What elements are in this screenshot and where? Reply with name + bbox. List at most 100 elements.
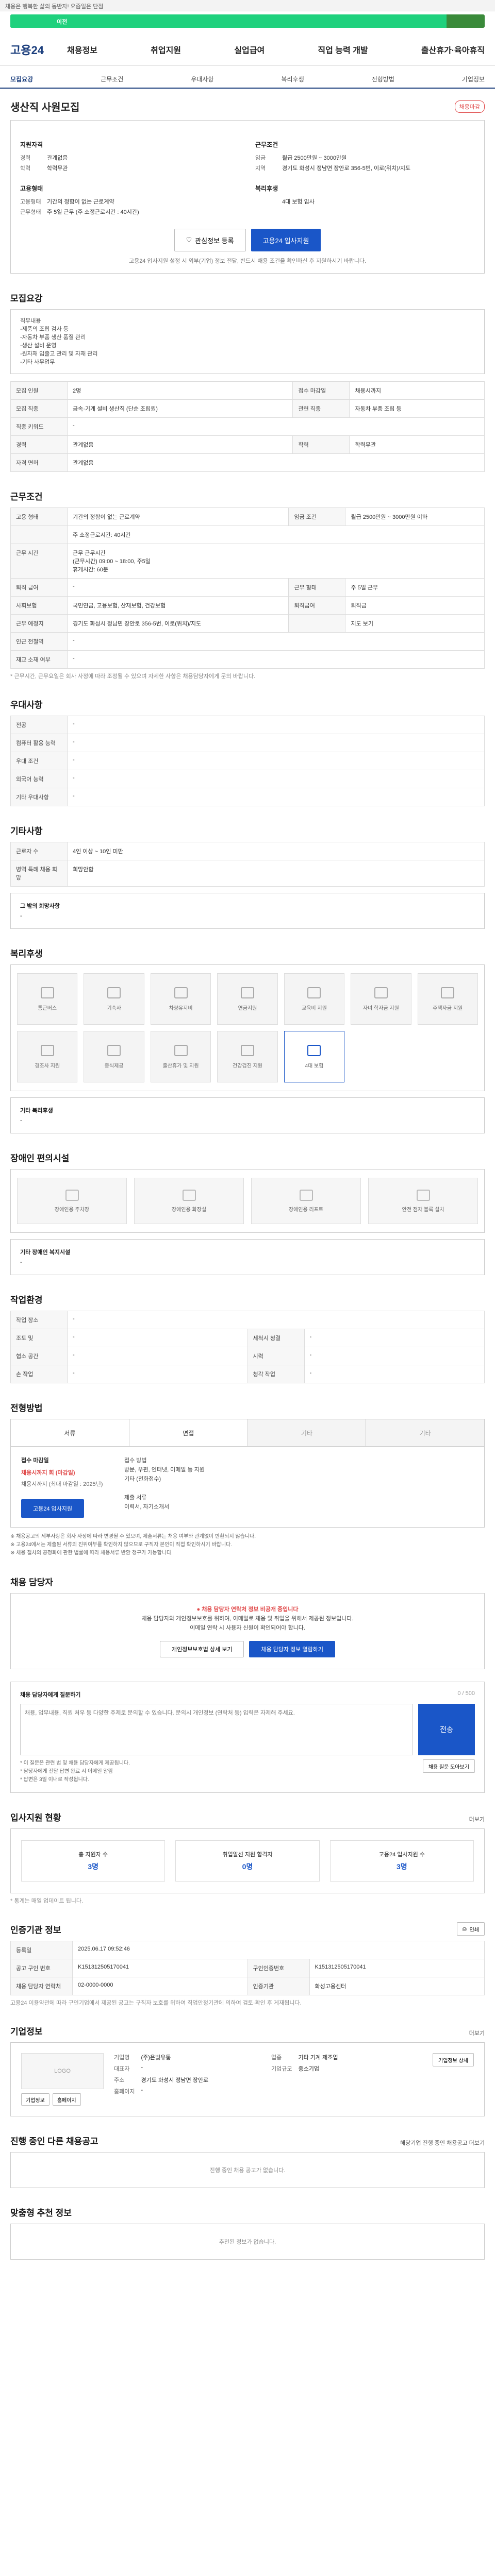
table-label: 학력 (292, 435, 350, 454)
table-label: 접수 마감일 (292, 381, 350, 400)
stat-value: 3명 (88, 1862, 98, 1871)
table-row: 등록일 2025.06.17 09:52:46 (10, 1941, 485, 1959)
deadline-sub: 채용시까지 (최대 마감일 : 2025년) (21, 1481, 103, 1487)
gnb-item-unemployment-benefit[interactable]: 실업급여 (234, 43, 265, 56)
welfare-other-value: - (20, 1117, 22, 1124)
tab-recruit[interactable]: 모집요강 (10, 75, 33, 83)
table-row: 퇴직 급여 - 근무 형태 주 5일 근무 (10, 578, 485, 597)
tab-conditions[interactable]: 근무조건 (101, 75, 123, 83)
welfare-item: 자녀 학자금 지원 (351, 973, 411, 1025)
kv-value: 관계없음 (47, 155, 68, 161)
welfare-item: 중식제공 (84, 1031, 144, 1082)
save-interest-button[interactable]: ♡ 관심정보 등록 (174, 229, 246, 251)
save-interest-label: 관심정보 등록 (195, 236, 234, 245)
company-field-label: 대표자 (114, 2066, 130, 2072)
question-label: 채용 담당자에게 질문하기 (20, 1692, 81, 1698)
table-row: 공고 구인 번호 K151312505170041 구인인증번호 K151312505… (10, 1959, 485, 1977)
tab-company[interactable]: 기업정보 (462, 75, 485, 83)
question-more-button[interactable]: 채용 질문 모아보기 (422, 1759, 475, 1773)
question-input[interactable] (20, 1704, 413, 1755)
gnb-item-jobs[interactable]: 채용정보 (67, 43, 97, 56)
table-label: 사회보험 (10, 596, 68, 615)
welfare-other-box: 기타 복리후생 - (10, 1097, 485, 1133)
company-field-value: (주)은빛유통 (141, 2055, 171, 2061)
table-row: 외국어 능력 - (10, 770, 485, 788)
company-homepage-button[interactable]: 홈페이지 (52, 2093, 81, 2106)
table-row: 컴퓨터 활용 능력 - (10, 734, 485, 752)
print-button[interactable]: ⎙ 인쇄 (456, 1922, 485, 1936)
company-box: LOGO 기업정보 홈페이지 기업명 (주)은빛유통 업종 기타 기계 제조업 대표자 -… (10, 2042, 485, 2116)
stat-total: 총 지원자 수 3명 (21, 1840, 166, 1882)
conditions-table: 고용 형태 기간의 정함이 없는 근로계약 임금 조건 월급 2500만원 ~ 300… (10, 507, 485, 669)
tab-welfare[interactable]: 복리후생 (281, 75, 304, 83)
view-contact-button[interactable]: 채용 담당자 정보 열람하기 (249, 1641, 335, 1657)
welfare-label: 교육비 지원 (302, 1005, 327, 1011)
welfare-label: 출산휴가 및 지원 (162, 1063, 199, 1069)
workenv-title: 작업환경 (10, 1295, 43, 1305)
table-label: 퇴직급여 (288, 596, 346, 615)
kv-value: 기간의 정함이 없는 근로계약 (47, 199, 114, 205)
table-value: - (67, 650, 485, 669)
kv-key (255, 197, 282, 207)
info-note: 고용24 이용약관에 따라 구인기업에서 제공된 공고는 구직자 보호를 위하여… (10, 2000, 302, 2006)
table-label (288, 614, 346, 633)
table-value: 자동차 부품 조립 등 (349, 399, 485, 418)
table-row: 직종 키워드 - (10, 417, 485, 436)
company-more-link[interactable]: 더보기 (469, 2029, 485, 2037)
recommended-title: 맞춤형 추천 정보 (10, 2208, 72, 2218)
employment-type-heading: 고용형태 (20, 185, 43, 192)
deadline-value: 채용시까지 회 (마감일) (21, 1470, 75, 1476)
other-jobs-empty: 진행 중인 채용 공고가 없습니다. (10, 2152, 485, 2188)
table-label: 전공 (10, 716, 68, 734)
contact-line1: 채용 담당자와 개인정보보호를 위하여, 이메일로 채용 및 취업을 위해서 제… (141, 1616, 354, 1622)
gnb-item-parental-leave[interactable]: 출산휴가·육아휴직 (421, 43, 485, 56)
qualification-heading: 지원자격 (20, 141, 43, 148)
company-info-button[interactable]: 기업정보 (21, 2093, 50, 2106)
apply-button[interactable]: 고용24 입사지원 (251, 229, 321, 251)
global-nav: 고용24 채용정보 취업지원 실업급여 직업 능력 개발 출산휴가·육아휴직 (0, 33, 495, 66)
welfare-icon (40, 1044, 54, 1056)
table-value: 2025.06.17 09:52:46 (72, 1941, 485, 1959)
table-label: 자격 면허 (10, 453, 68, 472)
table-row: 병역 특례 채용 희망 희망안함 (10, 860, 485, 887)
welfare-icon (441, 987, 455, 998)
process-step-document: 서류 (11, 1419, 129, 1446)
kv-value: 경기도 화성시 정남면 장안로 356-5번, 이로(위치)/지도 (282, 165, 411, 172)
table-value: 화성고용센터 (309, 1977, 485, 1995)
welfare-label: 4대 보험 (305, 1063, 324, 1069)
warning-icon: ● (196, 1606, 201, 1613)
welfare-item: 4대 보험 (284, 1031, 345, 1082)
table-label: 근무 시간 (10, 544, 68, 579)
facility-icon (65, 1189, 79, 1201)
company-detail-button[interactable]: 기업정보 상세 (433, 2053, 474, 2066)
other-jobs-more-link[interactable]: 해당기업 진행 중인 채용공고 더보기 (400, 2139, 485, 2147)
prefer-title: 우대사항 (10, 700, 43, 710)
welfare-label: 경조사 지원 (35, 1063, 60, 1069)
table-row: 협소 공간 - 시력 - (10, 1347, 485, 1365)
table-value: - (67, 716, 485, 734)
table-row: 기타 우대사항 - (10, 788, 485, 806)
welfare-label: 중식제공 (104, 1063, 124, 1069)
table-row: 조도 및 - 세척시 청결 - (10, 1329, 485, 1347)
site-logo[interactable]: 고용24 (10, 41, 62, 58)
welfare-icon (240, 987, 254, 998)
gnb-item-employment-support[interactable]: 취업지원 (151, 43, 181, 56)
welfare-other-label: 기타 복리후생 (20, 1108, 53, 1114)
question-send-button[interactable]: 전송 (418, 1704, 475, 1755)
gnb-item-training[interactable]: 직업 능력 개발 (318, 43, 368, 56)
welfare-label: 자녀 학자금 지원 (362, 1005, 399, 1011)
tab-prefer[interactable]: 우대사항 (191, 75, 213, 83)
process-apply-button[interactable]: 고용24 입사지원 (21, 1499, 85, 1518)
privacy-detail-button[interactable]: 개인정보보호법 상세 보기 (160, 1641, 244, 1657)
tab-process[interactable]: 전형방법 (372, 75, 394, 83)
company-field-value: - (141, 2064, 143, 2071)
table-value: 퇴직금 (345, 596, 485, 615)
process-step-etc: 기타 (248, 1419, 367, 1446)
process-tabs: 서류 면접 기타 기타 (10, 1419, 485, 1447)
stats-more-link[interactable]: 더보기 (469, 1815, 485, 1823)
company-title: 기업정보 (10, 2027, 43, 2037)
table-row: 자격 면허 관계없음 (10, 453, 485, 472)
welfare-icon (307, 1044, 321, 1056)
progress-label: 이전 (57, 19, 68, 25)
table-label: 등록일 (10, 1941, 73, 1959)
